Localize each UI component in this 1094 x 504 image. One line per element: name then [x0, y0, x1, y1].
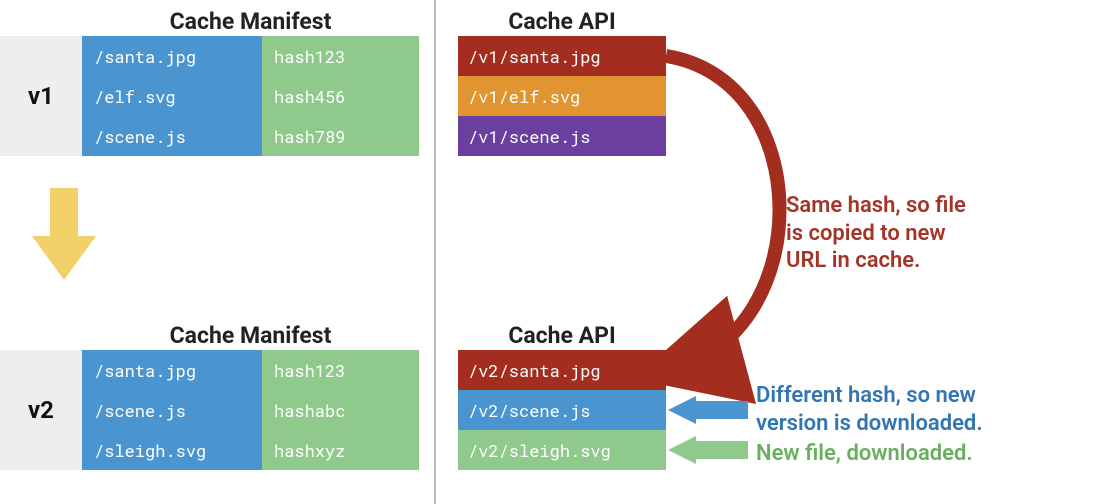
manifest-v2-files: /santa.jpg /scene.js /sleigh.svg	[82, 350, 262, 470]
version-label-v2: v2	[0, 350, 82, 470]
arrow-down-icon	[32, 188, 96, 280]
manifest-heading-v2: Cache Manifest	[82, 316, 419, 353]
manifest-cell: hash123	[262, 36, 419, 76]
version-label-v1: v1	[0, 36, 82, 156]
manifest-v1: v1 /santa.jpg /elf.svg /scene.js hash123…	[0, 36, 419, 156]
manifest-cell: hash456	[262, 76, 419, 116]
manifest-cell: /santa.jpg	[82, 36, 262, 76]
manifest-cell: /sleigh.svg	[82, 430, 262, 470]
manifest-heading-v1: Cache Manifest	[82, 2, 419, 39]
manifest-cell: hashabc	[262, 390, 419, 430]
arrow-left-green-icon	[668, 436, 748, 464]
right-pane: Cache API /v1/santa.jpg /v1/elf.svg /v1/…	[434, 0, 1094, 504]
manifest-cell: hash789	[262, 116, 419, 156]
left-pane: Cache Manifest v1 /santa.jpg /elf.svg /s…	[0, 0, 434, 504]
manifest-cell: /scene.js	[82, 390, 262, 430]
manifest-cell: hash123	[262, 350, 419, 390]
manifest-cell: /elf.svg	[82, 76, 262, 116]
manifest-cell: /santa.jpg	[82, 350, 262, 390]
manifest-cell: /scene.js	[82, 116, 262, 156]
annotation-diff-hash: Different hash, so new version is downlo…	[756, 382, 983, 437]
manifest-v1-hashes: hash123 hash456 hash789	[262, 36, 419, 156]
manifest-v2: v2 /santa.jpg /scene.js /sleigh.svg hash…	[0, 350, 419, 470]
manifest-v1-files: /santa.jpg /elf.svg /scene.js	[82, 36, 262, 156]
manifest-v2-hashes: hash123 hashabc hashxyz	[262, 350, 419, 470]
arrow-left-blue-icon	[668, 396, 748, 424]
annotation-same-hash: Same hash, so file is copied to new URL …	[786, 192, 966, 275]
manifest-cell: hashxyz	[262, 430, 419, 470]
annotation-new-file: New file, downloaded.	[756, 440, 973, 468]
